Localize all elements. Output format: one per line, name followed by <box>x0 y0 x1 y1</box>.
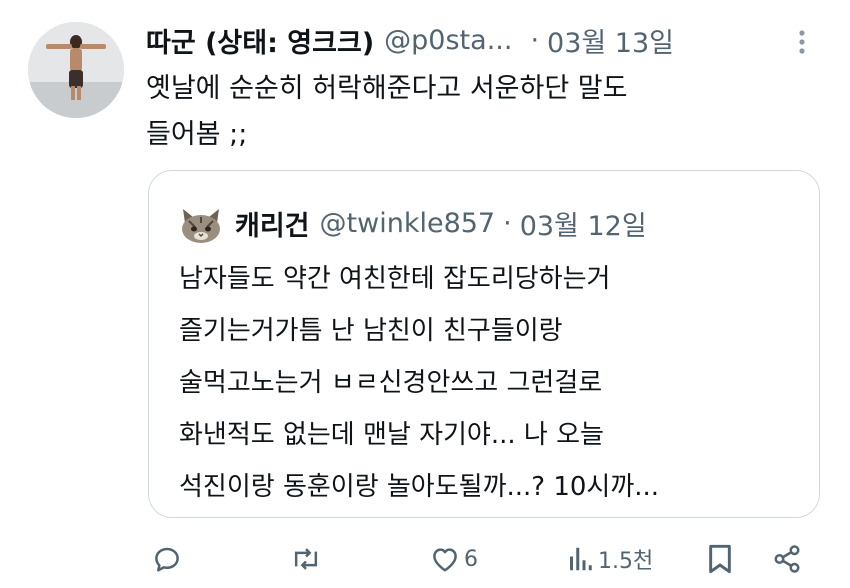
repost-icon <box>294 548 318 570</box>
views-icon <box>570 547 592 571</box>
quoted-author-handle[interactable]: @twinkle857 <box>320 208 496 239</box>
quoted-header-separator: · <box>503 207 512 239</box>
quoted-post-header: 캐리건 @twinkle857 · 03월 12일 <box>235 201 647 245</box>
post-header: 따군 (상태: 영크크) @p0sta... · 03월 13일 <box>146 20 826 60</box>
share-icon <box>774 545 800 573</box>
post-date[interactable]: 03월 13일 <box>547 21 674 60</box>
bookmark-icon <box>709 544 731 574</box>
quoted-author-avatar-cat-icon <box>182 209 220 243</box>
post-text: 옛날에 순순히 허락해준다고 서운하단 말도 들어봄 ;; <box>146 73 628 150</box>
reply-icon <box>155 547 179 572</box>
heart-icon <box>433 548 457 572</box>
quoted-post-card[interactable]: 캐리건 @twinkle857 · 03월 12일 남자들도 약간 여친한테 잡… <box>148 170 820 518</box>
more-options-icon[interactable] <box>792 28 812 56</box>
repost-button[interactable] <box>290 534 326 584</box>
avatar-image <box>28 22 124 118</box>
like-button[interactable]: 6 <box>430 534 478 584</box>
bookmark-button[interactable] <box>706 534 734 584</box>
author-avatar[interactable] <box>28 22 124 118</box>
quoted-post-date[interactable]: 03월 12일 <box>520 204 647 243</box>
quoted-author-name[interactable]: 캐리건 <box>235 204 310 243</box>
views-button[interactable]: 1.5천 <box>566 534 653 584</box>
like-count: 6 <box>464 546 478 572</box>
header-separator: · <box>530 24 540 56</box>
reply-button[interactable] <box>152 534 186 584</box>
quoted-post-text: 남자들도 약간 여친한테 잡도리당하는거 즐기는거가틈 난 남친이 친구들이랑 … <box>179 264 660 502</box>
author-name[interactable]: 따군 (상태: 영크크) <box>146 21 374 60</box>
action-bar: 6 1.5천 <box>0 534 850 584</box>
share-button[interactable] <box>772 534 802 584</box>
author-handle[interactable]: @p0sta... <box>384 25 512 56</box>
views-count: 1.5천 <box>598 549 654 574</box>
